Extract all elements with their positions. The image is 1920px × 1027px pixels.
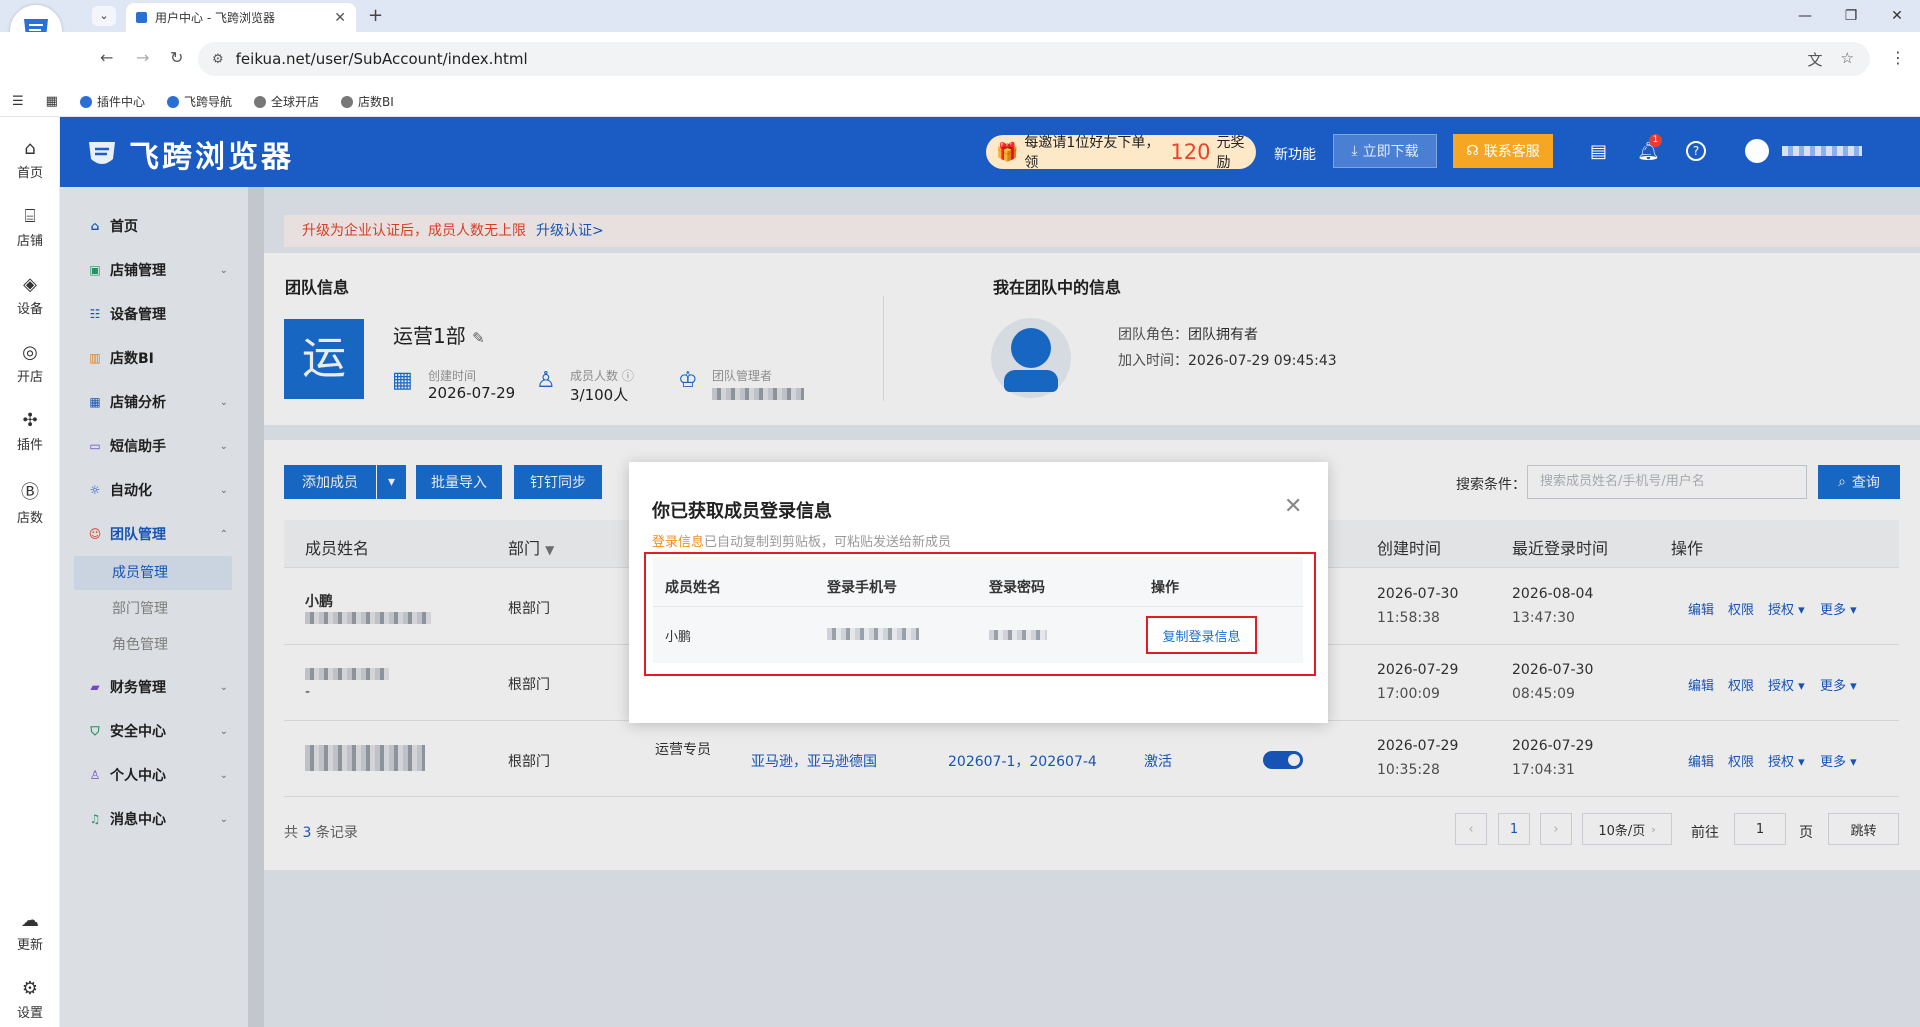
site-info-icon[interactable]: ⚙ [212, 52, 224, 67]
back-icon[interactable]: ← [100, 48, 113, 67]
rail-label: 店铺 [16, 234, 43, 249]
sidebar-toggle-icon[interactable]: ☰ [12, 94, 24, 109]
modal-member-name: 小鹏 [665, 630, 692, 645]
user-name-blurred[interactable] [1782, 146, 1862, 156]
bookmark-bi[interactable]: 店数BI [341, 93, 394, 110]
tab-title: 用户中心 - 飞跨浏览器 [155, 11, 275, 25]
address-bar[interactable]: ⚙ feikua.net/user/SubAccount/index.html … [198, 42, 1870, 76]
blur-password [989, 630, 1047, 640]
rail-label: 开店 [16, 370, 43, 385]
forward-icon[interactable]: → [136, 48, 149, 67]
modal-phone-blurred [827, 628, 919, 644]
gift-icon: 🎁 [996, 141, 1019, 163]
home-icon: ⌂ [24, 138, 36, 159]
rail-bi[interactable]: Ⓑ 店数 [0, 478, 60, 526]
reload-icon[interactable]: ↻ [170, 48, 183, 67]
download-icon: ⤓ [1351, 143, 1358, 159]
bookmark-star-icon[interactable]: ☆ [1841, 49, 1854, 70]
minimize-icon[interactable]: — [1782, 0, 1828, 32]
modal-col-name: 成员姓名 [665, 580, 721, 596]
shop-icon: ⌸ [24, 206, 36, 227]
logo-shield-icon [89, 142, 115, 164]
window-controls: — ❐ ✕ [1782, 0, 1920, 32]
rail-label: 首页 [16, 166, 43, 181]
layers-icon: ◈ [23, 274, 37, 295]
restore-icon[interactable]: ❐ [1828, 0, 1874, 32]
window-close-icon[interactable]: ✕ [1874, 0, 1920, 32]
rail-label: 店数 [16, 511, 43, 526]
rail-label: 设备 [16, 302, 43, 317]
url-text: feikua.net/user/SubAccount/index.html [235, 50, 528, 68]
globe-icon [253, 95, 266, 108]
download-label: 立即下载 [1362, 144, 1419, 160]
blur-phone [827, 628, 919, 640]
puzzle-icon: ✣ [22, 410, 38, 431]
modal-col-phone: 登录手机号 [827, 580, 897, 596]
app-logo[interactable]: 飞跨浏览器 [85, 132, 294, 176]
document-icon[interactable]: ▤ [1590, 141, 1607, 162]
rail-update[interactable]: ☁ 更新 [0, 910, 60, 953]
planet-icon: ◎ [22, 342, 38, 363]
rail-plugins[interactable]: ✣ 插件 [0, 410, 60, 453]
rail-home[interactable]: ⌂ 首页 [0, 138, 60, 181]
bookmark-label: 店数BI [358, 95, 394, 109]
bi-icon: Ⓑ [21, 482, 39, 503]
tip-rest: 已自动复制到剪贴板，可粘贴发送给新成员 [704, 535, 952, 550]
tab-favicon-icon [136, 12, 147, 23]
rail-device[interactable]: ◈ 设备 [0, 274, 60, 317]
new-tab-button[interactable]: + [368, 5, 383, 26]
copy-login-info-button[interactable]: 复制登录信息 [1146, 616, 1257, 654]
modal-table-divider [653, 606, 1303, 607]
modal-tip: 登录信息已自动复制到剪贴板，可粘贴发送给新成员 [652, 531, 951, 550]
rail-label: 设置 [16, 1006, 43, 1021]
user-avatar[interactable] [1745, 139, 1769, 163]
bookmark-plugins[interactable]: 插件中心 [79, 93, 145, 110]
bookmark-plugin-icon [79, 95, 92, 108]
bookmark-label: 全球开店 [270, 95, 319, 109]
apps-grid-icon[interactable]: ▦ [46, 94, 58, 109]
modal-col-ops: 操作 [1151, 580, 1179, 596]
bookmark-label: 飞跨导航 [183, 95, 232, 109]
promo-suffix: 元奖励 [1216, 135, 1245, 171]
promo-text: 每邀请1位好友下单，领 [1024, 135, 1160, 171]
tab-search-dropdown-icon[interactable]: ⌄ [92, 6, 116, 26]
promo-amount: 120 [1170, 140, 1211, 164]
globe-icon [341, 95, 353, 108]
rail-label: 插件 [16, 438, 43, 453]
bookmarks-bar: ☰ ▦ 插件中心 飞跨导航 全球开店 店数BI [0, 87, 1920, 117]
headset-icon: ☊ [1466, 143, 1479, 159]
browser-tab-active[interactable]: 用户中心 - 飞跨浏览器 ✕ [126, 3, 356, 32]
cloud-update-icon: ☁ [21, 910, 39, 931]
logo-text: 飞跨浏览器 [129, 140, 294, 175]
modal-password-blurred [989, 629, 1047, 644]
contact-service-button[interactable]: ☊ 联系客服 [1453, 134, 1553, 168]
modal-close-icon[interactable]: ✕ [1284, 494, 1302, 519]
tip-highlight: 登录信息 [652, 535, 705, 550]
help-icon[interactable]: ? [1686, 141, 1706, 161]
notification-badge: 1 [1649, 134, 1662, 147]
contact-label: 联系客服 [1483, 144, 1540, 160]
modal-col-password: 登录密码 [989, 580, 1045, 596]
modal-title: 你已获取成员登录信息 [652, 501, 832, 522]
left-rail [0, 117, 60, 1027]
new-features-link[interactable]: 新功能 [1274, 144, 1316, 164]
bookmark-label: 插件中心 [96, 95, 145, 109]
bookmark-nav[interactable]: 飞跨导航 [166, 93, 232, 110]
settings-icon: ⚙ [21, 978, 39, 999]
bookmark-nav-icon [166, 95, 179, 108]
tab-close-icon[interactable]: ✕ [334, 10, 346, 26]
bookmark-global-store[interactable]: 全球开店 [253, 93, 319, 110]
rail-settings[interactable]: ⚙ 设置 [0, 978, 60, 1021]
invite-promo-banner[interactable]: 🎁 每邀请1位好友下单，领 120 元奖励 [986, 135, 1256, 171]
rail-open-store[interactable]: ◎ 开店 [0, 342, 60, 385]
rail-label: 更新 [16, 938, 43, 953]
translate-icon[interactable]: 文 [1808, 49, 1823, 70]
download-button[interactable]: ⤓ 立即下载 [1333, 134, 1437, 168]
rail-shop[interactable]: ⌸ 店铺 [0, 206, 60, 249]
browser-menu-icon[interactable]: ⋮ [1890, 48, 1906, 67]
